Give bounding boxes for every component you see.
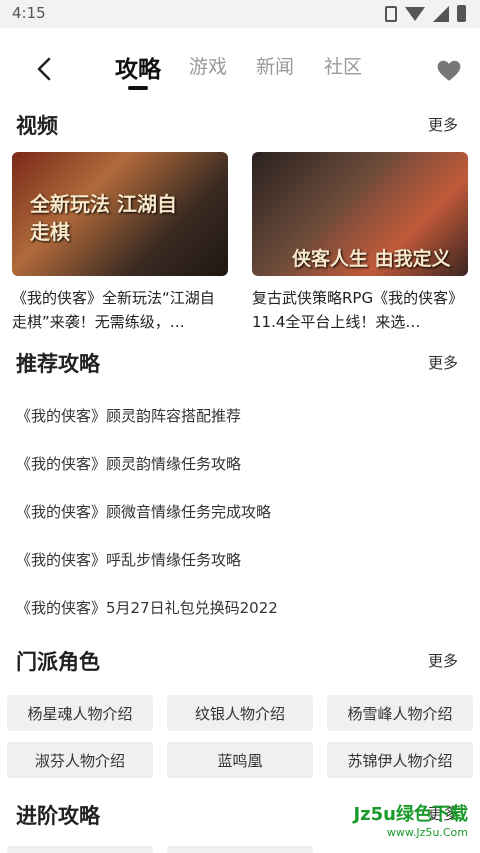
list-item[interactable]: 《我的侠客》顾灵韵阵容搭配推荐	[16, 405, 241, 426]
faction-chip-partial[interactable]	[167, 846, 313, 853]
faction-chip[interactable]: 蓝鸣凰	[167, 742, 313, 778]
watermark-main: Jz5u绿色下载	[353, 804, 468, 825]
section-title-videos: 视频	[16, 114, 58, 138]
signal-icon	[433, 5, 449, 22]
faction-chip[interactable]: 纹银人物介绍	[167, 695, 313, 731]
section-title-factions: 门派角色	[16, 650, 100, 674]
more-link-recommended[interactable]: 更多	[428, 352, 458, 373]
faction-chip[interactable]: 淑芬人物介绍	[7, 742, 153, 778]
tab-guides[interactable]: 攻略	[115, 50, 161, 84]
video-thumbnail[interactable]: 全新玩法 江湖自走棋	[12, 152, 228, 276]
section-title-recommended: 推荐攻略	[16, 352, 100, 376]
video-caption[interactable]: 复古武侠策略RPG《我的侠客》11.4全平台上线！来选…	[252, 286, 468, 334]
list-item[interactable]: 《我的侠客》呼乱步情缘任务攻略	[16, 549, 241, 570]
more-link-videos[interactable]: 更多	[428, 114, 458, 135]
battery-icon	[457, 5, 466, 22]
faction-chip[interactable]: 苏锦伊人物介绍	[327, 742, 473, 778]
wifi-icon	[405, 6, 425, 21]
list-item[interactable]: 《我的侠客》顾微音情缘任务完成攻略	[16, 501, 271, 522]
top-nav: 攻略 游戏 新闻 社区	[0, 42, 480, 98]
thumbnail-text: 全新玩法 江湖自走棋	[30, 192, 177, 244]
more-link-factions[interactable]: 更多	[428, 650, 458, 671]
status-bar: 4:15	[0, 0, 480, 28]
video-card[interactable]: 全新玩法 江湖自走棋 《我的侠客》全新玩法“江湖自走棋”来袭！无需练级，…	[12, 152, 228, 334]
video-card[interactable]: 侠客人生 由我定义 复古武侠策略RPG《我的侠客》11.4全平台上线！来选…	[252, 152, 468, 334]
vibrate-icon	[385, 5, 397, 22]
faction-chip-partial[interactable]	[7, 846, 153, 853]
tab-games[interactable]: 游戏	[189, 52, 227, 79]
section-title-advanced: 进阶攻略	[16, 804, 100, 828]
status-time: 4:15	[12, 4, 46, 22]
watermark-url: www.Jz5u.Com	[386, 826, 468, 839]
list-item[interactable]: 《我的侠客》顾灵韵情缘任务攻略	[16, 453, 241, 474]
thumbnail-text: 侠客人生 由我定义	[292, 248, 451, 270]
status-icons	[385, 5, 466, 22]
tab-community[interactable]: 社区	[324, 52, 362, 79]
faction-chip[interactable]: 杨星魂人物介绍	[7, 695, 153, 731]
tab-news[interactable]: 新闻	[256, 52, 294, 79]
active-tab-indicator	[128, 86, 148, 90]
video-thumbnail[interactable]: 侠客人生 由我定义	[252, 152, 468, 276]
faction-chip[interactable]: 杨雪峰人物介绍	[327, 695, 473, 731]
back-arrow-icon[interactable]	[30, 54, 60, 84]
watermark: Jz5u绿色下载 www.Jz5u.Com	[353, 800, 468, 839]
list-item[interactable]: 《我的侠客》5月27日礼包兑换码2022	[16, 597, 278, 618]
favorite-heart-icon[interactable]	[436, 58, 462, 84]
video-caption[interactable]: 《我的侠客》全新玩法“江湖自走棋”来袭！无需练级，…	[12, 286, 228, 334]
